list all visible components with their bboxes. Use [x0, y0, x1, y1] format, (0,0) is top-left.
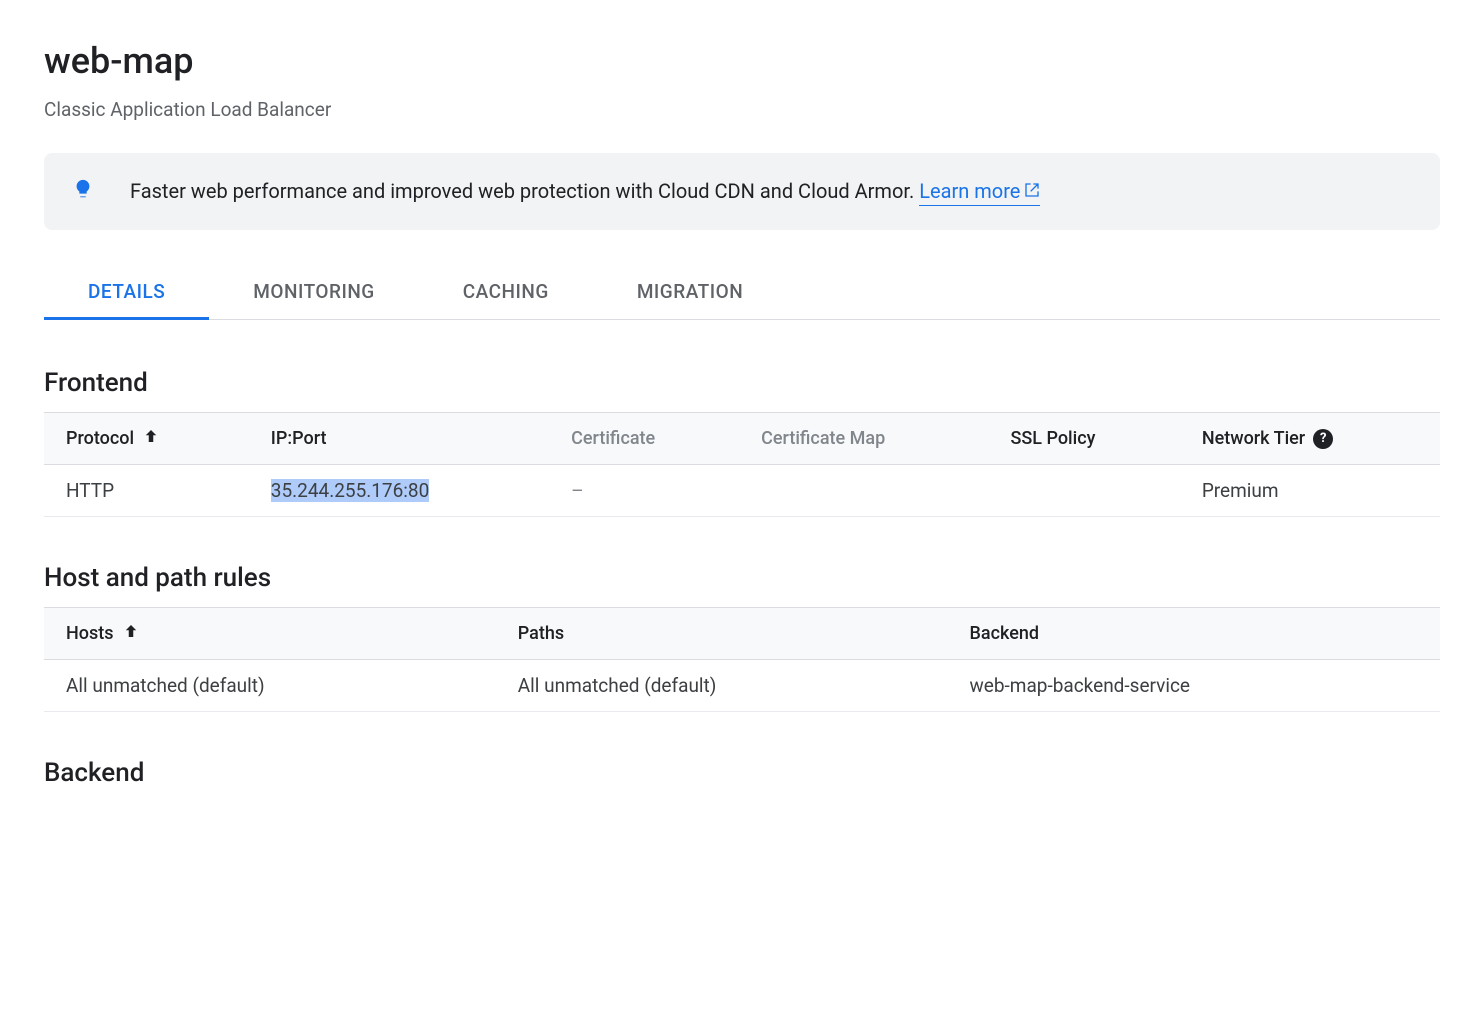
banner-text: Faster web performance and improved web … — [130, 177, 1040, 206]
cell-certificate: – — [549, 465, 739, 517]
host-path-heading: Host and path rules — [44, 563, 1440, 593]
arrow-up-icon — [122, 622, 140, 645]
host-path-table: Hosts Paths Backend All unmatched (defau… — [44, 607, 1440, 712]
page-subtitle: Classic Application Load Balancer — [44, 98, 1440, 121]
table-row: All unmatched (default) All unmatched (d… — [44, 660, 1440, 712]
lightbulb-icon — [72, 178, 94, 205]
page-title: web-map — [44, 40, 1440, 82]
info-banner: Faster web performance and improved web … — [44, 153, 1440, 230]
cell-hosts: All unmatched (default) — [44, 660, 496, 712]
col-ssl-policy[interactable]: SSL Policy — [988, 413, 1179, 465]
col-ip-port[interactable]: IP:Port — [249, 413, 549, 465]
col-paths[interactable]: Paths — [496, 608, 948, 660]
frontend-heading: Frontend — [44, 368, 1440, 398]
help-icon[interactable]: ? — [1313, 429, 1333, 449]
backend-heading: Backend — [44, 758, 1440, 788]
table-row: HTTP 35.244.255.176:80 – Premium — [44, 465, 1440, 517]
tab-caching[interactable]: CACHING — [419, 266, 593, 320]
cell-network-tier: Premium — [1180, 465, 1440, 517]
frontend-table: Protocol IP:Port Certificate Certificate… — [44, 412, 1440, 517]
col-certificate-map[interactable]: Certificate Map — [739, 413, 988, 465]
external-link-icon — [1024, 177, 1040, 205]
cell-ip-port: 35.244.255.176:80 — [249, 465, 549, 517]
cell-ssl-policy — [988, 465, 1179, 517]
cell-paths: All unmatched (default) — [496, 660, 948, 712]
tabs: DETAILS MONITORING CACHING MIGRATION — [44, 266, 1440, 320]
col-backend[interactable]: Backend — [948, 608, 1440, 660]
learn-more-link[interactable]: Learn more — [919, 177, 1040, 206]
col-certificate[interactable]: Certificate — [549, 413, 739, 465]
col-hosts[interactable]: Hosts — [44, 608, 496, 660]
cell-certificate-map — [739, 465, 988, 517]
col-protocol[interactable]: Protocol — [44, 413, 249, 465]
tab-monitoring[interactable]: MONITORING — [209, 266, 418, 320]
tab-details[interactable]: DETAILS — [44, 266, 209, 320]
col-network-tier[interactable]: Network Tier ? — [1180, 413, 1440, 465]
cell-protocol: HTTP — [44, 465, 249, 517]
arrow-up-icon — [142, 427, 160, 450]
cell-backend: web-map-backend-service — [948, 660, 1440, 712]
tab-migration[interactable]: MIGRATION — [593, 266, 787, 320]
